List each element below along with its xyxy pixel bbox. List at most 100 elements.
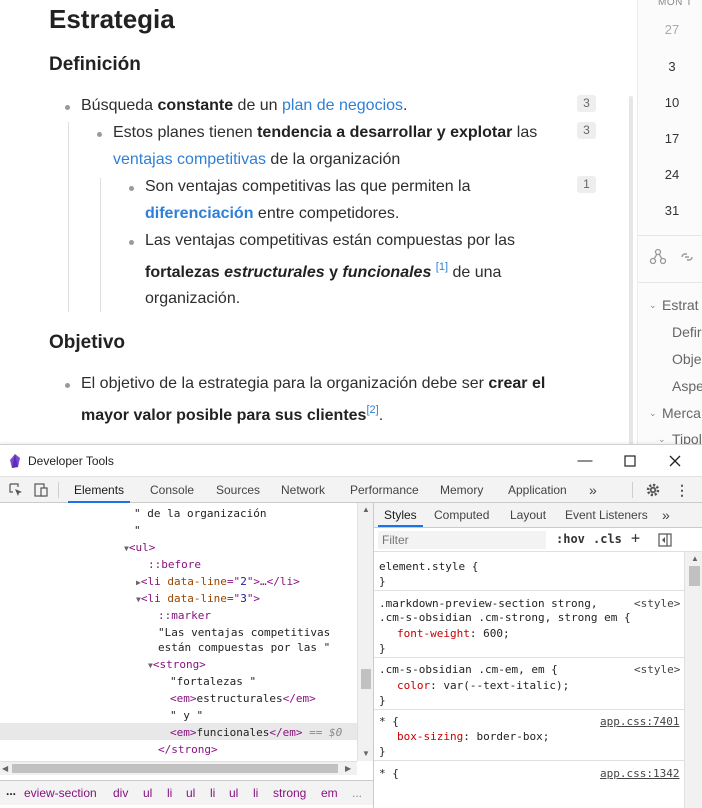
- tab-event-listeners[interactable]: Event Listeners: [565, 503, 648, 527]
- tab-layout[interactable]: Layout: [510, 503, 546, 527]
- tab-application[interactable]: Application: [508, 477, 567, 503]
- device-toolbar-icon[interactable]: [33, 482, 49, 498]
- css-declaration[interactable]: font-weight: 600;: [397, 627, 510, 640]
- child-count-badge[interactable]: 3: [577, 95, 596, 112]
- child-count-badge[interactable]: 3: [577, 122, 596, 139]
- tab-performance[interactable]: Performance: [350, 477, 419, 503]
- outline-item[interactable]: Estrat: [662, 297, 699, 313]
- link-plan-de-negocios[interactable]: plan de negocios: [282, 97, 403, 114]
- dom-pseudo-before[interactable]: ::before: [148, 558, 201, 571]
- inspect-element-icon[interactable]: [8, 482, 24, 498]
- breadcrumb-item[interactable]: ul: [186, 786, 195, 800]
- dom-node-ul[interactable]: ▼<ul>: [124, 541, 155, 554]
- scroll-up-icon[interactable]: ▲: [362, 505, 370, 514]
- breadcrumb-item[interactable]: li: [253, 786, 258, 800]
- css-selector[interactable]: .cm-s-obsidian .cm-em, em {: [379, 663, 558, 676]
- cls-toggle-button[interactable]: .cls: [593, 532, 622, 546]
- scroll-down-icon[interactable]: ▼: [362, 749, 370, 758]
- close-icon[interactable]: [665, 451, 685, 471]
- dom-text-node[interactable]: ": [134, 524, 141, 537]
- footnote-ref-1[interactable]: [1]: [436, 261, 448, 273]
- note-scrollbar[interactable]: [629, 96, 633, 444]
- chevron-down-icon[interactable]: ⌄: [658, 434, 666, 444]
- scroll-up-icon[interactable]: ▲: [691, 554, 699, 563]
- outline-item[interactable]: Defir: [672, 324, 702, 340]
- calendar-day[interactable]: 3: [638, 59, 702, 74]
- dom-text-node[interactable]: " de la organización: [134, 507, 266, 520]
- outline-item[interactable]: Merca: [662, 405, 701, 421]
- dom-node-strong-close[interactable]: </strong>: [158, 743, 218, 756]
- breadcrumb-item[interactable]: eview-section: [24, 786, 97, 800]
- outline-item[interactable]: Obje: [672, 351, 702, 367]
- toggle-sidebar-icon[interactable]: [657, 532, 673, 548]
- css-selector[interactable]: * {: [379, 767, 399, 780]
- new-style-rule-button[interactable]: +: [631, 529, 640, 547]
- breadcrumb-item[interactable]: div: [113, 786, 128, 800]
- calendar-day[interactable]: 10: [638, 95, 702, 110]
- scroll-thumb[interactable]: [12, 764, 338, 773]
- dom-text-node[interactable]: " y ": [170, 709, 203, 722]
- outline-item[interactable]: Tipol: [672, 431, 702, 444]
- dom-pseudo-marker[interactable]: ::marker: [158, 609, 211, 622]
- more-options-icon[interactable]: ⋮: [674, 482, 690, 498]
- dom-text-node[interactable]: "Las ventajas competitivas: [158, 626, 330, 639]
- scroll-thumb[interactable]: [361, 669, 371, 689]
- devtools-titlebar[interactable]: Developer Tools —: [0, 445, 702, 476]
- calendar-day[interactable]: 24: [638, 167, 702, 182]
- minimize-icon[interactable]: —: [575, 451, 595, 471]
- more-tabs-button[interactable]: »: [589, 477, 597, 503]
- hov-toggle-button[interactable]: :hov: [556, 532, 585, 546]
- tab-computed[interactable]: Computed: [434, 503, 489, 527]
- outline-item[interactable]: Aspe: [672, 378, 702, 394]
- calendar-day[interactable]: 31: [638, 203, 702, 218]
- css-selector[interactable]: .cm-s-obsidian .cm-strong, strong em {: [379, 611, 631, 624]
- more-tabs-button[interactable]: »: [662, 503, 670, 527]
- breadcrumb-item[interactable]: strong: [273, 786, 306, 800]
- css-selector[interactable]: * {: [379, 715, 399, 728]
- elements-tree[interactable]: " de la organización " ▼<ul> ::before ▶<…: [0, 503, 357, 761]
- chevron-down-icon[interactable]: ⌄: [649, 408, 657, 419]
- css-source-link[interactable]: app.css:7401: [600, 715, 679, 728]
- calendar-day[interactable]: 27: [638, 22, 702, 37]
- scroll-left-icon[interactable]: ◀: [2, 764, 8, 773]
- tab-elements[interactable]: Elements: [68, 477, 131, 503]
- styles-filter-input[interactable]: [378, 531, 546, 549]
- tab-sources[interactable]: Sources: [216, 477, 260, 503]
- calendar-day[interactable]: 17: [638, 131, 702, 146]
- dom-text-node[interactable]: "fortalezas ": [170, 675, 256, 688]
- css-selector[interactable]: .markdown-preview-section strong,: [379, 597, 598, 610]
- child-count-badge[interactable]: 1: [577, 176, 596, 193]
- scroll-thumb[interactable]: [689, 566, 700, 586]
- link-ventajas-competitivas[interactable]: ventajas competitivas: [113, 151, 266, 168]
- tab-network[interactable]: Network: [281, 477, 325, 503]
- footnote-ref-2[interactable]: [2]: [366, 404, 378, 416]
- breadcrumb-item[interactable]: ul: [229, 786, 238, 800]
- dom-node-strong[interactable]: ▼<strong>: [148, 658, 206, 671]
- breadcrumb-more[interactable]: ...: [352, 786, 362, 800]
- css-declaration[interactable]: color: var(--text-italic);: [397, 679, 569, 692]
- css-source-link[interactable]: app.css:1342: [600, 767, 679, 780]
- maximize-icon[interactable]: [620, 451, 640, 471]
- elements-horizontal-scrollbar[interactable]: ◀ ▶: [0, 761, 357, 775]
- dom-node-em[interactable]: <em>estructurales</em>: [170, 692, 316, 705]
- dom-node-li[interactable]: ▼<li data-line="3">: [136, 592, 260, 605]
- tab-console[interactable]: Console: [150, 477, 194, 503]
- breadcrumb-item[interactable]: li: [210, 786, 215, 800]
- breadcrumb-item[interactable]: li: [167, 786, 172, 800]
- tab-memory[interactable]: Memory: [440, 477, 483, 503]
- breadcrumb-item[interactable]: ul: [143, 786, 152, 800]
- scroll-right-icon[interactable]: ▶: [345, 764, 351, 773]
- elements-vertical-scrollbar[interactable]: ▲ ▼: [357, 503, 373, 761]
- graph-view-icon[interactable]: [649, 248, 667, 266]
- chevron-down-icon[interactable]: ⌄: [649, 300, 657, 311]
- css-source[interactable]: <style>: [634, 597, 680, 610]
- css-source[interactable]: <style>: [634, 663, 680, 676]
- link-diferenciacion[interactable]: diferenciación: [145, 205, 253, 222]
- css-declaration[interactable]: box-sizing: border-box;: [397, 730, 549, 743]
- breadcrumb-item[interactable]: em: [321, 786, 338, 800]
- link-icon[interactable]: [678, 248, 696, 266]
- dom-text-node[interactable]: están compuestas por las ": [158, 641, 330, 654]
- styles-vertical-scrollbar[interactable]: ▲: [684, 552, 702, 808]
- breadcrumb-more[interactable]: ...: [6, 784, 16, 798]
- dom-node-em-selected[interactable]: <em>funcionales</em> == $0: [170, 726, 342, 739]
